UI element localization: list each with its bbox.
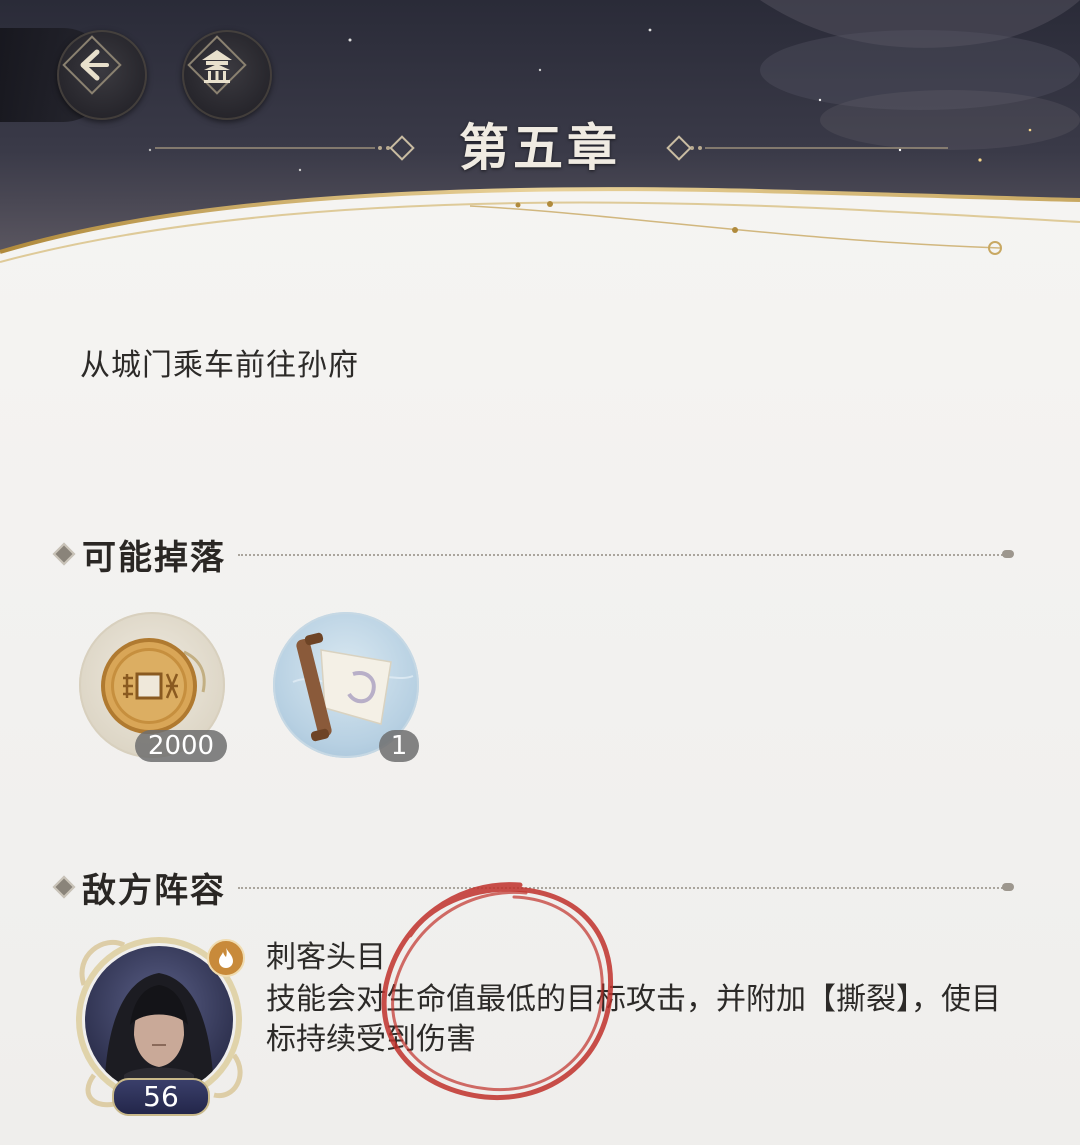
stage-detail-screen: 第五章 从城门乘车前往孙府 可能掉落 2000 1 敌方阵容 56 刺客头目 技… <box>0 0 1080 1145</box>
fire-icon <box>207 939 245 977</box>
diamond-icon <box>52 542 76 566</box>
enemies-section-header: 敌方阵容 <box>52 863 1016 913</box>
chapter-title: 第五章 <box>459 118 621 177</box>
enemies-section-label: 敌方阵容 <box>82 871 226 911</box>
enemy-name: 刺客头目 <box>266 940 386 975</box>
drop-item-count: 1 <box>379 730 419 762</box>
drops-section-header: 可能掉落 <box>52 530 1016 580</box>
back-button[interactable] <box>57 30 147 120</box>
home-button[interactable] <box>182 30 272 120</box>
diamond-icon <box>52 875 76 899</box>
divider-end <box>1002 883 1014 891</box>
enemy-skill-description: 技能会对生命值最低的目标攻击，并附加【撕裂】，使目标持续受到伤害 <box>266 982 1001 1057</box>
divider <box>238 554 1006 556</box>
stage-subtitle: 从城门乘车前往孙府 <box>80 348 359 383</box>
chapter-header: 第五章 <box>0 0 1080 290</box>
divider-end <box>1002 550 1014 558</box>
divider <box>238 887 1006 889</box>
enemy-level-badge: 56 <box>112 1078 210 1116</box>
drop-item-count: 2000 <box>135 730 227 762</box>
back-arrow-icon <box>62 35 122 95</box>
drop-item-coin[interactable]: 2000 <box>79 612 227 762</box>
drops-section-label: 可能掉落 <box>82 538 226 578</box>
drop-item-scroll[interactable]: 1 <box>273 612 419 762</box>
pavilion-icon <box>187 35 247 95</box>
